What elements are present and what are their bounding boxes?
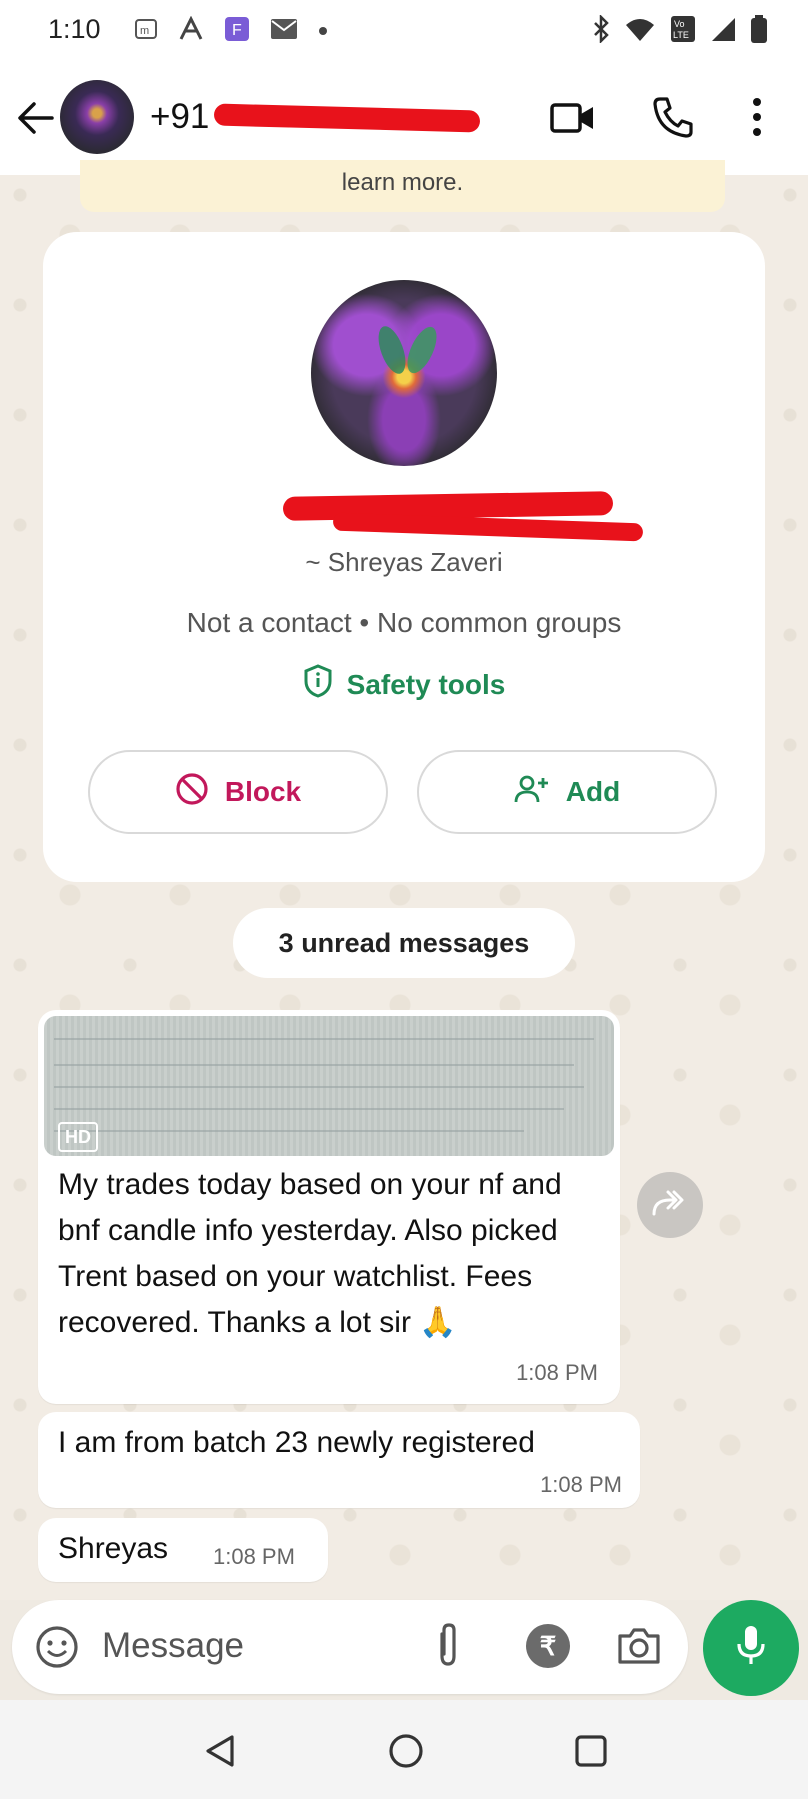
message-text: My trades today based on your nf and bnf… (58, 1168, 562, 1339)
safety-tools-link[interactable]: Safety tools (43, 664, 765, 705)
redaction-mark (213, 103, 481, 133)
contact-info-card: +91 ~ Shreyas Zaveri Not a contact • No … (43, 232, 765, 882)
svg-text:LTE: LTE (673, 30, 689, 40)
image-attachment[interactable]: HD (44, 1016, 614, 1156)
message-bubble[interactable]: HD My trades today based on your nf and … (38, 1010, 620, 1404)
nav-recents-icon[interactable] (574, 1734, 608, 1773)
microphone-icon (734, 1624, 768, 1673)
status-bar: 1:10 m F Vo LTE (0, 0, 808, 60)
card-contact-status: Not a contact • No common groups (186, 607, 622, 638)
emoji-icon[interactable] (34, 1624, 80, 1675)
forward-icon (650, 1188, 690, 1223)
unread-messages-label: 3 unread messages (278, 927, 530, 958)
hd-badge: HD (58, 1122, 98, 1152)
contact-avatar[interactable] (60, 80, 134, 154)
learn-more-link[interactable]: learn more. (80, 169, 725, 197)
card-profile-name: ~ Shreyas Zaveri (305, 547, 503, 577)
bluetooth-icon (592, 13, 610, 48)
block-button[interactable]: Block (88, 750, 388, 834)
payment-rupee-icon[interactable]: ₹ (526, 1624, 570, 1668)
shield-icon (303, 664, 333, 705)
back-arrow-icon[interactable] (16, 98, 56, 138)
unread-messages-divider: 3 unread messages (233, 908, 575, 978)
status-time: 1:10 (48, 14, 101, 44)
voice-call-icon[interactable] (652, 96, 694, 143)
messages-notification-icon: m (134, 17, 158, 46)
safety-tools-label: Safety tools (346, 668, 506, 700)
message-time: 1:08 PM (516, 1360, 598, 1385)
wifi-icon (624, 16, 656, 47)
volte-icon: Vo LTE (670, 15, 696, 48)
message-bubble[interactable]: I am from batch 23 newly registered 1:08… (38, 1412, 640, 1508)
message-composer: Message ₹ (12, 1600, 688, 1694)
attach-icon[interactable] (430, 1622, 466, 1673)
block-label: Block (224, 776, 302, 807)
camera-icon[interactable] (616, 1626, 662, 1671)
svg-text:m: m (140, 25, 149, 37)
forward-button[interactable] (637, 1172, 703, 1238)
message-input[interactable]: Message (102, 1626, 244, 1666)
video-call-icon[interactable] (550, 100, 596, 141)
more-notifications-dot-icon (318, 23, 328, 41)
app-f-notification-icon: F (224, 16, 250, 47)
chat-header: +91 (0, 60, 808, 175)
more-options-icon[interactable] (750, 96, 764, 143)
system-navigation-bar (0, 1700, 808, 1799)
app-a-notification-icon (178, 15, 204, 47)
battery-icon (750, 14, 768, 49)
add-person-icon (514, 774, 550, 811)
contact-profile-photo[interactable] (311, 280, 497, 466)
message-time: 1:08 PM (540, 1472, 622, 1497)
svg-text:Vo: Vo (674, 19, 685, 29)
encryption-notice[interactable]: learn more. (80, 160, 725, 212)
contact-phone-title[interactable]: +91 (150, 97, 209, 137)
message-text: Shreyas (58, 1532, 169, 1565)
message-time: 1:08 PM (213, 1544, 295, 1569)
signal-icon (710, 16, 736, 47)
block-icon (175, 772, 209, 813)
svg-text:F: F (232, 22, 242, 39)
message-text: I am from batch 23 newly registered (58, 1426, 535, 1459)
add-contact-button[interactable]: Add (417, 750, 717, 834)
mail-notification-icon (270, 18, 298, 45)
nav-back-icon[interactable] (204, 1734, 236, 1773)
voice-message-button[interactable] (703, 1600, 799, 1696)
add-label: Add (565, 776, 621, 807)
message-bubble[interactable]: Shreyas 1:08 PM (38, 1518, 328, 1582)
nav-home-icon[interactable] (388, 1733, 424, 1774)
